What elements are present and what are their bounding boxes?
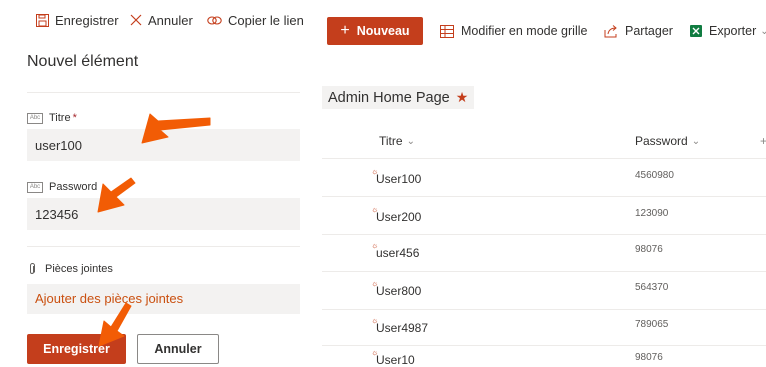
arrow-to-title bbox=[141, 113, 211, 144]
annotation-arrows bbox=[97, 113, 211, 347]
arrow-to-save bbox=[98, 302, 132, 347]
arrow-to-password bbox=[97, 177, 136, 213]
